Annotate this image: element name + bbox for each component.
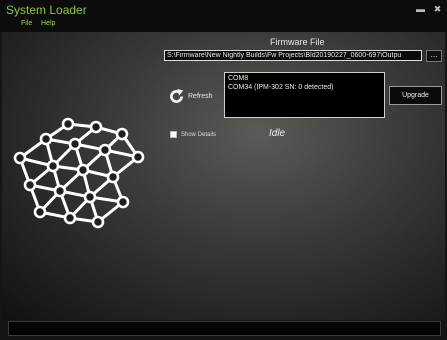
status-bar xyxy=(8,321,441,336)
title-bar: System Loader ▬ ✖ xyxy=(0,0,447,20)
show-details-label: Show Details xyxy=(181,131,217,138)
list-item[interactable]: COM8 xyxy=(228,74,381,83)
window-title: System Loader xyxy=(6,3,87,17)
menu-bar: File Help xyxy=(0,20,447,32)
list-item[interactable]: COM34 (IPM-302 SN: 0 detected) xyxy=(228,83,381,92)
browse-button[interactable]: ... xyxy=(426,50,442,62)
firmware-path-input[interactable] xyxy=(164,50,422,61)
network-lattice-logo xyxy=(13,117,145,229)
show-details-checkbox[interactable]: Show Details xyxy=(170,131,216,138)
refresh-icon xyxy=(170,88,184,103)
refresh-label: Refresh xyxy=(188,93,213,100)
status-text: Idle xyxy=(269,128,286,139)
close-icon[interactable]: ✖ xyxy=(432,4,443,14)
menu-help[interactable]: Help xyxy=(41,20,55,27)
checkbox-box[interactable] xyxy=(170,131,177,138)
firmware-file-label: Firmware File xyxy=(270,37,325,47)
minimize-icon[interactable]: ▬ xyxy=(415,4,426,14)
upgrade-button[interactable]: Upgrade xyxy=(389,86,442,105)
menu-file[interactable]: File xyxy=(21,20,32,27)
refresh-button[interactable]: Refresh xyxy=(168,88,213,105)
port-list[interactable]: COM8 COM34 (IPM-302 SN: 0 detected) xyxy=(224,72,385,118)
